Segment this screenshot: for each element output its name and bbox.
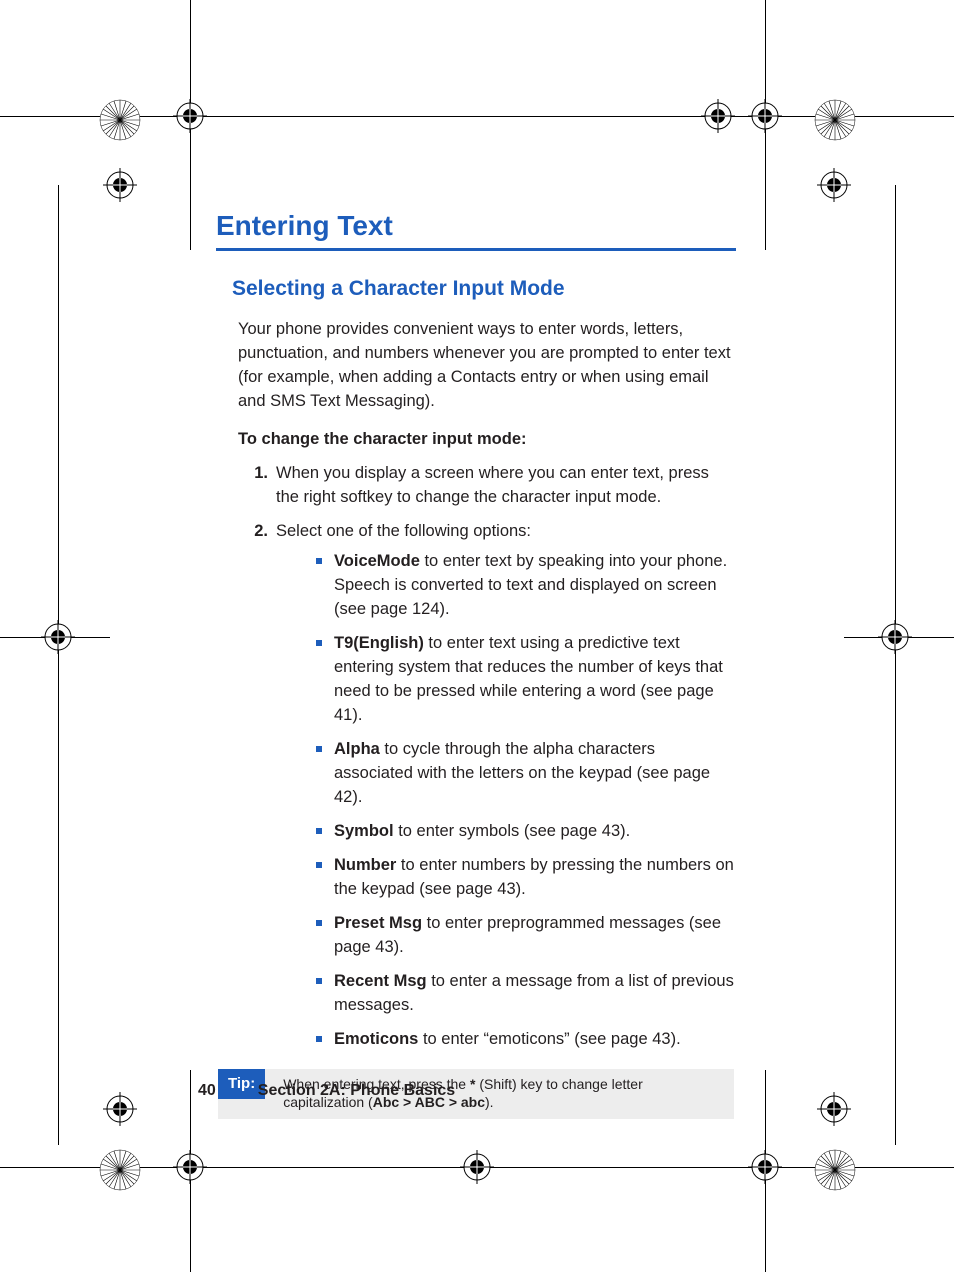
option-item: Symbol to enter symbols (see page 43). bbox=[316, 819, 736, 843]
option-description: to cycle through the alpha characters as… bbox=[334, 740, 710, 806]
intro-paragraph: Your phone provides convenient ways to e… bbox=[238, 317, 736, 413]
option-description: to enter symbols (see page 43). bbox=[394, 822, 631, 840]
crosshair-icon bbox=[172, 1149, 208, 1185]
steps-list: 1. When you display a screen where you c… bbox=[244, 461, 736, 1051]
option-name: T9(English) bbox=[334, 634, 424, 652]
crosshair-icon bbox=[459, 1149, 495, 1185]
option-item: VoiceMode to enter text by speaking into… bbox=[316, 549, 736, 621]
starburst-icon bbox=[813, 1148, 857, 1192]
step-number: 1. bbox=[244, 461, 268, 485]
crosshair-icon bbox=[700, 98, 736, 134]
step-item: 2. Select one of the following options: … bbox=[244, 519, 736, 1051]
section-heading: Selecting a Character Input Mode bbox=[232, 277, 736, 301]
crosshair-icon bbox=[816, 1091, 852, 1127]
option-item: Emoticons to enter “emoticons” (see page… bbox=[316, 1027, 736, 1051]
crosshair-icon bbox=[102, 1091, 138, 1127]
step-item: 1. When you display a screen where you c… bbox=[244, 461, 736, 509]
crop-line bbox=[895, 185, 896, 1145]
option-item: T9(English) to enter text using a predic… bbox=[316, 631, 736, 727]
crosshair-icon bbox=[816, 167, 852, 203]
title-divider bbox=[216, 248, 736, 251]
crosshair-icon bbox=[40, 619, 76, 655]
page-footer: 40 Section 2A: Phone Basics bbox=[198, 1082, 455, 1100]
option-name: Recent Msg bbox=[334, 972, 427, 990]
option-name: Emoticons bbox=[334, 1030, 418, 1048]
option-name: Preset Msg bbox=[334, 914, 422, 932]
step-number: 2. bbox=[244, 519, 268, 543]
starburst-icon bbox=[98, 1148, 142, 1192]
page-number: 40 bbox=[198, 1082, 216, 1100]
options-list: VoiceMode to enter text by speaking into… bbox=[316, 549, 736, 1051]
crop-line bbox=[0, 116, 954, 117]
option-item: Preset Msg to enter preprogrammed messag… bbox=[316, 911, 736, 959]
option-name: Alpha bbox=[334, 740, 380, 758]
step-text: Select one of the following options: bbox=[276, 522, 531, 540]
option-name: Symbol bbox=[334, 822, 394, 840]
crosshair-icon bbox=[877, 619, 913, 655]
starburst-icon bbox=[98, 98, 142, 142]
section-label: Section 2A: Phone Basics bbox=[258, 1082, 455, 1100]
step-text: When you display a screen where you can … bbox=[276, 464, 709, 506]
crosshair-icon bbox=[102, 167, 138, 203]
option-description: to enter “emoticons” (see page 43). bbox=[418, 1030, 680, 1048]
option-item: Number to enter numbers by pressing the … bbox=[316, 853, 736, 901]
starburst-icon bbox=[813, 98, 857, 142]
option-name: Number bbox=[334, 856, 396, 874]
crosshair-icon bbox=[172, 98, 208, 134]
page-title: Entering Text bbox=[216, 210, 736, 242]
crosshair-icon bbox=[747, 1149, 783, 1185]
crop-line bbox=[58, 185, 59, 1145]
option-item: Recent Msg to enter a message from a lis… bbox=[316, 969, 736, 1017]
option-item: Alpha to cycle through the alpha charact… bbox=[316, 737, 736, 809]
lead-instruction: To change the character input mode: bbox=[238, 427, 736, 451]
option-name: VoiceMode bbox=[334, 552, 420, 570]
crosshair-icon bbox=[747, 98, 783, 134]
page-content: Entering Text Selecting a Character Inpu… bbox=[216, 210, 736, 1119]
